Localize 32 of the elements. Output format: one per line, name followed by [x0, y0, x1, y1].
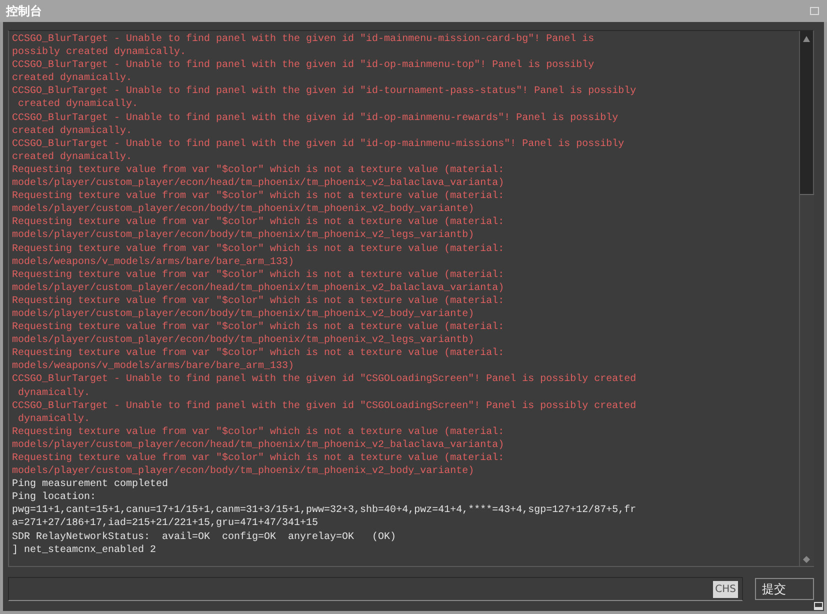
log-line: Requesting texture value from var "$color" which is not a texture value (material: models/player/custom_player/econ/body/tm_phoenix/tm_phoenix_v2_body_variante) [12, 294, 506, 322]
scroll-up-icon[interactable] [803, 36, 810, 42]
log-line: Requesting texture value from var "$color" which is not a texture value (material: models/player/custom_player/econ/head/tm_phoenix/tm_phoenix_v2_balaclava_varianta) [12, 268, 506, 295]
log-line: CCSGO_BlurTarget - Unable to find panel with the given id "CSGOLoadingScreen"! Panel is possibly created dynamically. [12, 400, 638, 426]
log-line: CCSGO_BlurTarget - Unable to find panel with the given id "id-mainmenu-mission-card-bg"! Panel is possibly created dynamically. [12, 33, 596, 60]
log-line: CCSGO_BlurTarget - Unable to find panel with the given id "id-op-mainmenu-top"! Panel is possibly created dynamically. [12, 59, 596, 86]
window-button-icon[interactable] [810, 7, 819, 15]
log-line: CCSGO_BlurTarget - Unable to find panel with the given id "id-op-mainmenu-missions"! Panel is possibly created dynamically. [12, 138, 626, 164]
log-line: CCSGO_BlurTarget - Unable to find panel with the given id "CSGOLoadingScreen"! Panel is possibly created dynamically. [12, 373, 638, 400]
log-line: Requesting texture value from var "$color" which is not a texture value (material: models/player/custom_player/econ/head/tm_phoenix/tm_phoenix_v2_balaclava_varianta) [12, 164, 506, 190]
command-input[interactable]: CHS [8, 577, 743, 601]
scroll-down-icon[interactable] [803, 556, 810, 563]
submit-button[interactable]: 提交 [755, 578, 814, 600]
log-line: ] net_steamcnx_enabled 2 [12, 544, 158, 557]
log-line: Requesting texture value from var "$color" which is not a texture value (material: models/player/custom_player/econ/body/tm_phoenix/tm_phoenix_v2_legs_variantb) [12, 321, 506, 348]
log-line: Requesting texture value from var "$color" which is not a texture value (material: models/player/custom_player/econ/body/tm_phoenix/tm_phoenix_v2_legs_variantb) [12, 216, 506, 242]
scrollbar-thumb[interactable] [800, 194, 814, 566]
log-line: Requesting texture value from var "$color" which is not a texture value (material: models/weapons/v_models/arms/bare/bare_arm_133) [12, 242, 506, 269]
log-line: CCSGO_BlurTarget - Unable to find panel with the given id "id-op-mainmenu-rewards"! Panel is possibly created dynamically. [12, 112, 620, 138]
log-line: Requesting texture value from var "$color" which is not a texture value (material: models/weapons/v_models/arms/bare/bare_arm_133) [12, 347, 506, 374]
log-line: Ping location: [12, 491, 98, 504]
log-line: Ping measurement completed [12, 478, 170, 492]
log-line: pwg=11+1,cant=15+1,canu=17+1/15+1,canm=31+3/15+1,pww=32+3,shb=40+4,pwz=41+4,****=43+4,sgp=127+12/87+5,fr a=271+27/186+17,iad=215+21/221+15,gru=471+47/341+15 [12, 504, 638, 531]
log-line: CCSGO_BlurTarget - Unable to find panel with the given id "id-tournament-pass-status"! Panel is possibly created dynamically. [12, 85, 638, 112]
log-line: Requesting texture value from var "$color" which is not a texture value (material: models/player/custom_player/econ/head/tm_phoenix/tm_phoenix_v2_balaclava_varianta) [12, 426, 506, 452]
resize-grip-icon[interactable] [814, 602, 823, 610]
log-line: Requesting texture value from var "$color" which is not a texture value (material: models/player/custom_player/econ/body/tm_phoenix/tm_phoenix_v2_body_variante) [12, 190, 506, 216]
window-title: 控制台 [6, 2, 42, 20]
log-line: SDR RelayNetworkStatus: avail=OK config=OK anyrelay=OK (OK) [12, 530, 398, 544]
ime-badge: CHS [713, 580, 738, 598]
scrollbar[interactable] [799, 31, 813, 566]
log-line: Requesting texture value from var "$color" which is not a texture value (material: models/player/custom_player/econ/body/tm_phoenix/tm_phoenix_v2_body_variante) [12, 452, 506, 478]
